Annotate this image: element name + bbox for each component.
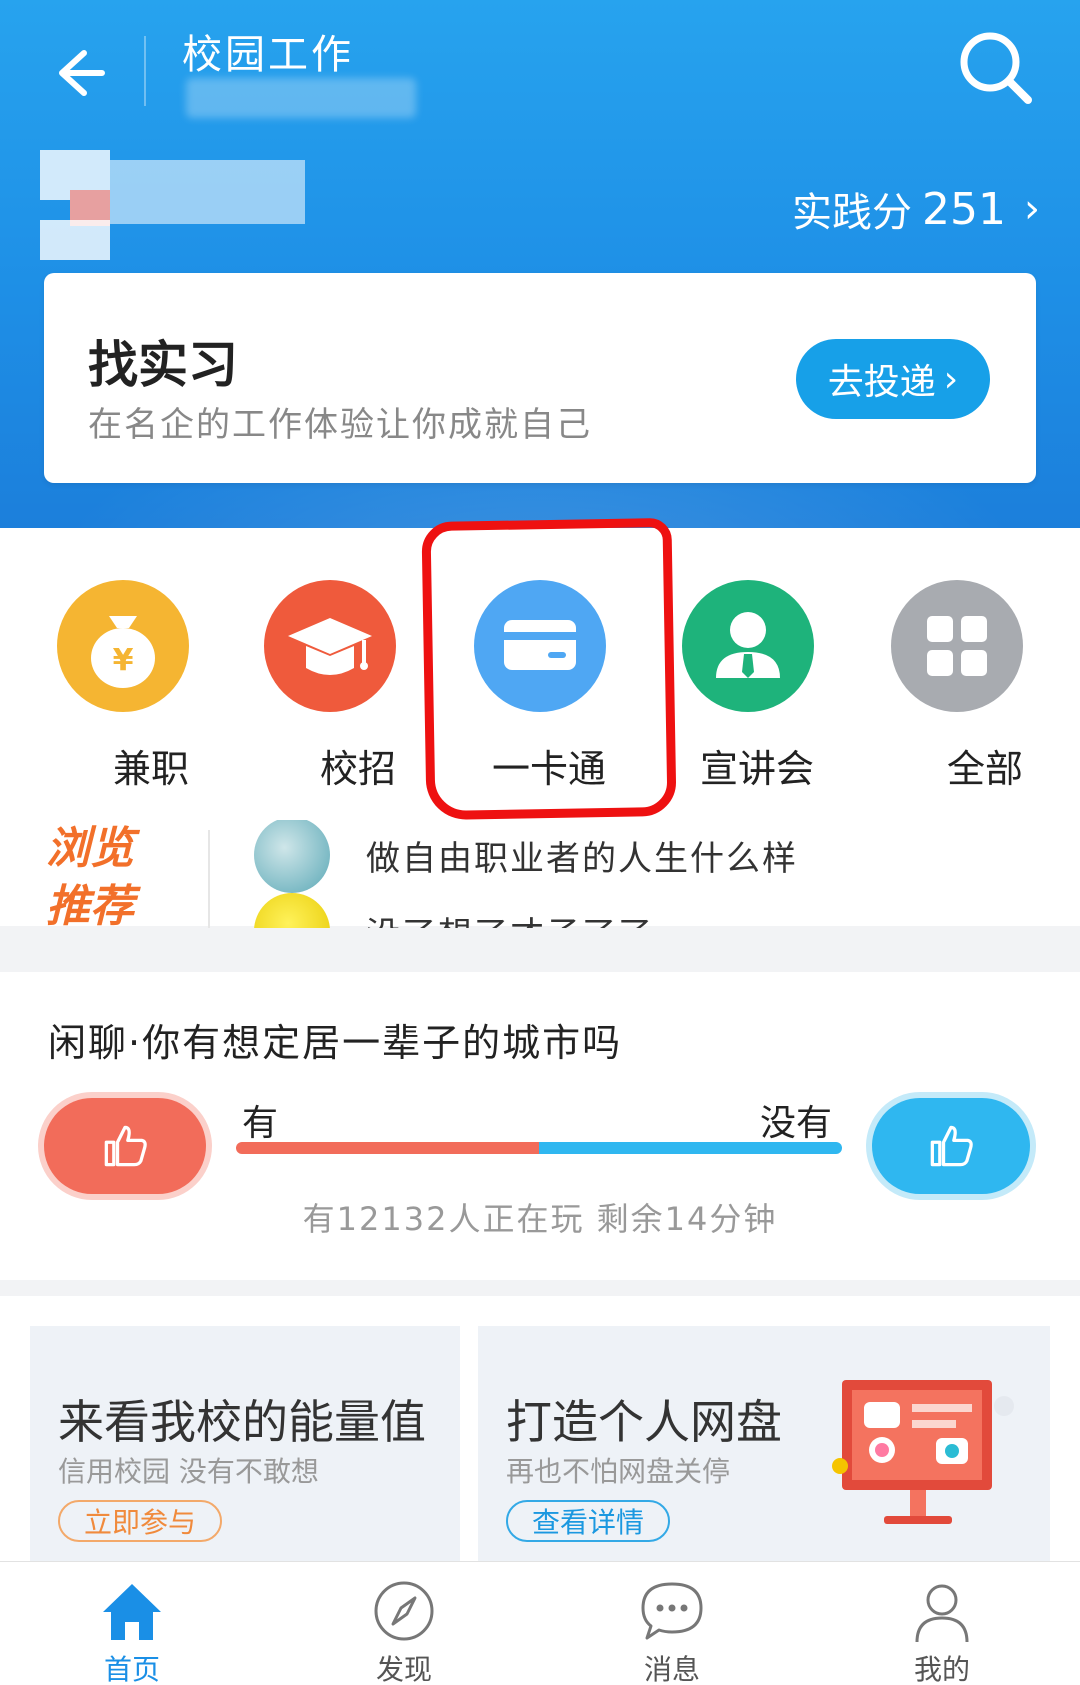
redacted-subtitle [186,78,416,118]
internship-subtitle: 在名企的工作体验让你成就自己 [88,405,592,445]
article-thumbnail [254,893,330,928]
score-value: 251 [922,183,1006,235]
quick-link-part-time[interactable]: ¥ 兼职 [57,580,189,793]
recommend-section: 浏览推荐 做自由职业者的人生什么样 没了想了才子了了 [0,820,1080,928]
redacted-user-avatar[interactable] [40,150,305,260]
poll-stats: 有12132人正在玩 剩余14分钟 [302,1200,778,1238]
back-button[interactable] [40,38,110,108]
graduation-cap-icon [264,580,396,712]
tab-label: 消息 [643,1653,700,1685]
search-button[interactable] [954,26,1038,110]
promo-subtitle: 再也不怕网盘关停 [506,1455,731,1488]
thumbs-up-icon [930,1125,973,1167]
option-yes-label: 有 [242,1103,279,1144]
poll-no-fill [539,1142,842,1154]
tab-label: 首页 [103,1653,160,1685]
tab-me[interactable]: 我的 [882,1576,1002,1685]
recommend-label: 浏览推荐 [46,823,134,928]
quick-link-seminar[interactable]: 宣讲会 [682,580,814,793]
money-bag-icon: ¥ [57,580,189,712]
recommend-divider [208,830,210,928]
vote-yes-button[interactable] [44,1098,206,1194]
tab-messages[interactable]: 消息 [612,1576,732,1685]
quick-link-label: 全部 [946,747,1023,791]
recommend-item-title: 没了想了才子了了 [366,907,654,929]
poll-result-bar [236,1142,842,1154]
home-icon [103,1584,161,1640]
poll-yes-fill [236,1142,539,1154]
poll-card: 闲聊·你有想定居一辈子的城市吗 有 没有 有12132人正在玩 剩余14分钟 [0,972,1080,1280]
person-icon [682,580,814,712]
back-arrow-icon [59,50,105,96]
chevron-right-icon: › [1024,186,1040,232]
quick-link-all[interactable]: 全部 [891,580,1023,793]
internship-card[interactable]: 找实习 在名企的工作体验让你成就自己 去投递 › [44,273,1036,483]
svg-text:¥: ¥ [113,643,134,678]
annotation-highlight-box [421,517,677,821]
promo-card-energy[interactable]: 来看我校的能量值 信用校园 没有不敢想 立即参与 [30,1326,460,1566]
compass-icon [374,1581,434,1641]
page-title: 校园工作 [182,32,354,78]
tab-label: 发现 [375,1653,432,1685]
message-icon [641,1582,703,1640]
search-icon [960,32,1032,104]
tab-label: 我的 [913,1653,970,1685]
score-label: 实践分 [792,190,913,236]
promo-card-cloud-drive[interactable]: 打造个人网盘 再也不怕网盘关停 查看详情 [478,1326,1050,1566]
view-details-button[interactable]: 查看详情 [506,1500,671,1542]
quick-link-label: 兼职 [112,747,189,791]
header-banner: 校园工作 实践分 251 › 找实习 在名企的工作体验让你成就自己 去投递 › [0,0,1080,528]
top-bar: 校园工作 [0,0,1080,140]
thumbs-up-icon [104,1125,147,1167]
apply-button[interactable]: 去投递 › [796,339,990,419]
quick-link-label: 校招 [319,747,396,791]
grid-icon [891,580,1023,712]
chevron-right-icon: › [943,358,959,400]
promo-subtitle: 信用校园 没有不敢想 [58,1455,319,1488]
tab-home[interactable]: 首页 [72,1576,192,1685]
tab-discover[interactable]: 发现 [344,1576,464,1685]
vote-no-button[interactable] [872,1098,1030,1194]
recommend-item-title: 做自由职业者的人生什么样 [366,838,798,879]
quick-link-campus-recruit[interactable]: 校招 [264,580,396,793]
internship-title: 找实习 [88,336,238,394]
bottom-tab-bar: 首页 发现 消息 我的 [0,1561,1080,1685]
join-now-button[interactable]: 立即参与 [58,1500,223,1542]
monitor-illustration-icon [832,1380,1014,1524]
promo-title: 来看我校的能量值 [58,1395,426,1449]
recommend-item[interactable]: 没了想了才子了了 [254,893,654,929]
user-icon [915,1584,969,1643]
apply-button-label: 去投递 [827,362,936,403]
title-divider [144,36,146,106]
promo-title: 打造个人网盘 [506,1395,782,1449]
poll-question: 闲聊·你有想定居一辈子的城市吗 [48,1021,623,1065]
article-thumbnail [254,820,330,893]
option-no-label: 没有 [760,1103,833,1144]
app-page: 校园工作 实践分 251 › 找实习 在名企的工作体验让你成就自己 去投递 › … [0,0,1080,1685]
quick-link-label: 宣讲会 [699,747,814,791]
practice-score[interactable]: 实践分 251 › [792,180,1040,238]
recommend-item[interactable]: 做自由职业者的人生什么样 [254,820,798,893]
promo-section: 来看我校的能量值 信用校园 没有不敢想 立即参与 打造个人网盘 再也不怕网盘关停… [0,1296,1080,1566]
